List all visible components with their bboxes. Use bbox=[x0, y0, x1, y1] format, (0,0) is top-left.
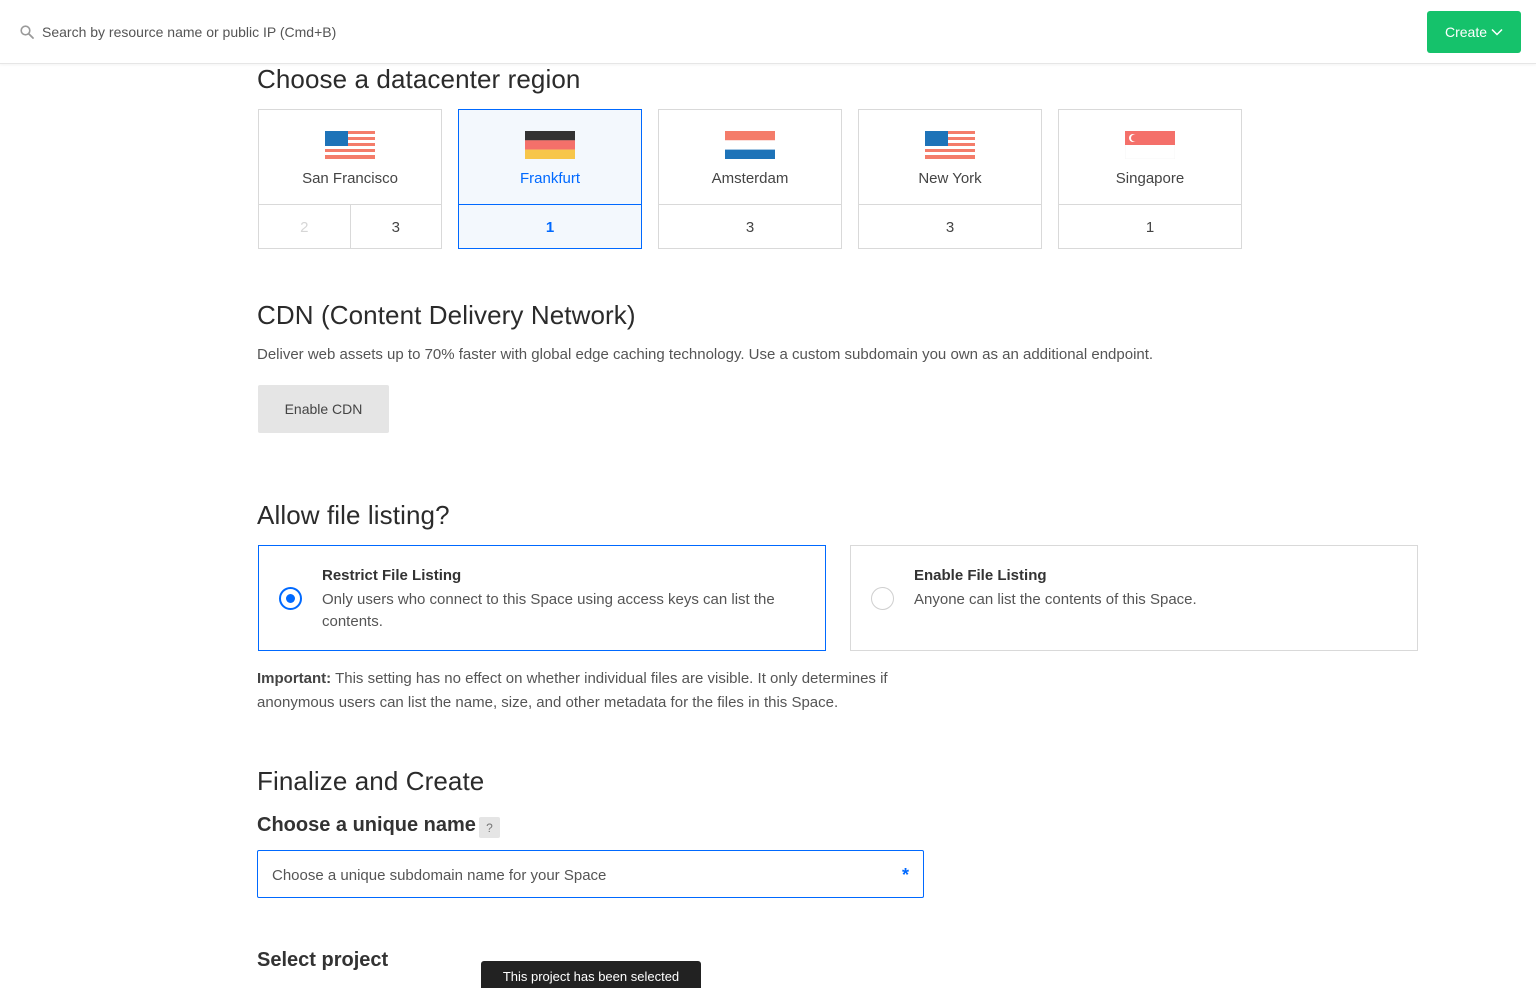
datacenter-option-fra1[interactable]: 1 bbox=[459, 205, 641, 249]
region-card-amsterdam[interactable]: Amsterdam 3 bbox=[658, 109, 842, 249]
required-indicator: * bbox=[901, 865, 909, 885]
radio-button[interactable] bbox=[871, 587, 894, 610]
datacenter-option-sfo2: 2 bbox=[300, 218, 309, 236]
search-icon bbox=[20, 25, 34, 39]
space-name-input[interactable] bbox=[272, 863, 882, 887]
region-card-new-york[interactable]: New York 3 bbox=[858, 109, 1042, 249]
us-flag-icon bbox=[325, 131, 375, 159]
sg-flag-icon bbox=[1125, 131, 1175, 159]
restrict-file-listing-option[interactable]: Restrict File Listing Only users who con… bbox=[258, 545, 826, 651]
radio-button-selected[interactable] bbox=[279, 587, 302, 610]
file-listing-section-title: Allow file listing? bbox=[257, 500, 450, 530]
nl-flag-icon bbox=[725, 131, 775, 159]
option-title: Enable File Listing bbox=[914, 567, 1047, 584]
datacenter-option-nyc3[interactable]: 3 bbox=[859, 205, 1041, 249]
create-button-label: Create bbox=[1444, 24, 1488, 40]
region-card-san-francisco[interactable]: San Francisco 2 3 bbox=[258, 109, 442, 249]
region-card-singapore[interactable]: Singapore 1 bbox=[1058, 109, 1242, 249]
datacenter-option-sgp1[interactable]: 1 bbox=[1059, 205, 1241, 249]
region-name: San Francisco bbox=[302, 170, 398, 187]
region-card-frankfurt[interactable]: Frankfurt 1 bbox=[458, 109, 642, 249]
option-description: Only users who connect to this Space usi… bbox=[322, 591, 775, 630]
cdn-description: Deliver web assets up to 70% faster with… bbox=[257, 346, 1154, 363]
region-name: Singapore bbox=[1115, 170, 1185, 187]
region-name: Frankfurt bbox=[519, 170, 580, 187]
important-label: Important: bbox=[257, 670, 332, 687]
option-description: Anyone can list the contents of this Spa… bbox=[914, 591, 1197, 608]
cdn-section-title: CDN (Content Delivery Network) bbox=[257, 300, 636, 330]
create-button[interactable]: Create bbox=[1427, 11, 1521, 53]
search-input[interactable] bbox=[42, 20, 742, 44]
important-text: This setting has no effect on whether in… bbox=[257, 670, 888, 711]
unique-name-label: Choose a unique name bbox=[257, 814, 476, 836]
datacenter-option-sfo3[interactable]: 3 bbox=[349, 205, 442, 249]
finalize-section-title: Finalize and Create bbox=[257, 766, 485, 796]
region-name: Amsterdam bbox=[711, 170, 789, 187]
tooltip: This project has been selected bbox=[481, 961, 701, 988]
enable-cdn-button[interactable]: Enable CDN bbox=[258, 385, 389, 433]
de-flag-icon bbox=[525, 131, 575, 159]
option-title: Restrict File Listing bbox=[322, 567, 462, 584]
datacenter-option-ams3[interactable]: 3 bbox=[659, 205, 841, 249]
select-project-label: Select project bbox=[257, 949, 389, 971]
us-flag-icon bbox=[925, 131, 975, 159]
help-icon[interactable]: ? bbox=[479, 817, 500, 838]
region-section-title: Choose a datacenter region bbox=[257, 64, 581, 94]
top-bar: Create bbox=[0, 0, 1536, 64]
important-note: Important: This setting has no effect on… bbox=[257, 667, 937, 715]
enable-file-listing-option[interactable]: Enable File Listing Anyone can list the … bbox=[850, 545, 1418, 651]
chevron-down-icon bbox=[1491, 28, 1503, 36]
region-name: New York bbox=[918, 170, 982, 187]
space-name-field[interactable]: * bbox=[257, 850, 924, 898]
